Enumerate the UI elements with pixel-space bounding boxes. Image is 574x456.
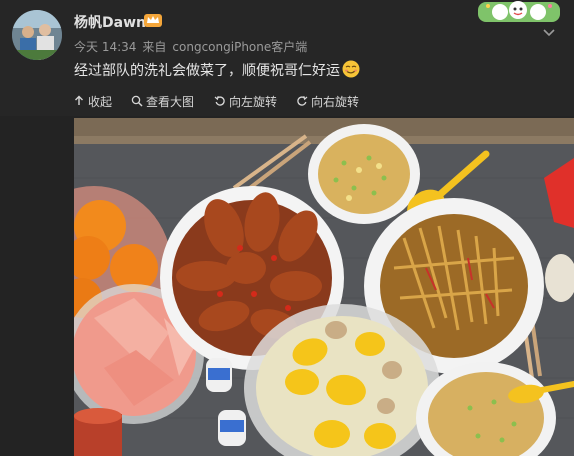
image-toolbar: 收起 查看大图 向左旋转 向右旋转 [0,86,574,116]
post-image[interactable] [74,118,574,456]
rotate-right-button[interactable]: 向右旋转 [296,93,359,110]
rotate-left-button[interactable]: 向左旋转 [214,93,277,110]
post-text-content: 经过部队的洗礼会做菜了，顺便祝哥仁好运 [74,63,340,79]
collapse-button[interactable]: 收起 [73,93,112,110]
view-large-button[interactable]: 查看大图 [131,93,194,110]
smirk-emoji-icon [342,60,360,78]
post-text: 经过部队的洗礼会做菜了，顺便祝哥仁好运 [74,60,360,80]
avatar[interactable] [12,10,62,60]
magnifier-icon [131,95,143,107]
username[interactable]: 杨帆Dawn [74,12,146,32]
source-client[interactable]: congcongiPhone客户端 [172,40,307,54]
post-meta: 今天 14:34 来自 congcongiPhone客户端 [74,38,313,55]
food-photo [74,118,574,456]
source-prefix: 来自 [142,40,167,54]
post-header: 杨帆Dawn 今天 14:34 来自 congcongiPhone客户端 经过部队的… [0,0,574,86]
rotate-right-label: 向右旋转 [311,95,360,109]
timestamp[interactable]: 今天 14:34 [74,40,136,54]
sticker-decoration-icon [478,1,560,22]
chevron-down-icon[interactable] [542,28,556,38]
rotate-right-icon [297,96,308,106]
collapse-arrow-icon [75,95,83,105]
rotate-left-icon [214,96,225,106]
vip-crown-icon[interactable] [144,13,162,28]
rotate-left-label: 向左旋转 [229,95,278,109]
collapse-label: 收起 [88,95,113,109]
view-large-label: 查看大图 [146,95,195,109]
